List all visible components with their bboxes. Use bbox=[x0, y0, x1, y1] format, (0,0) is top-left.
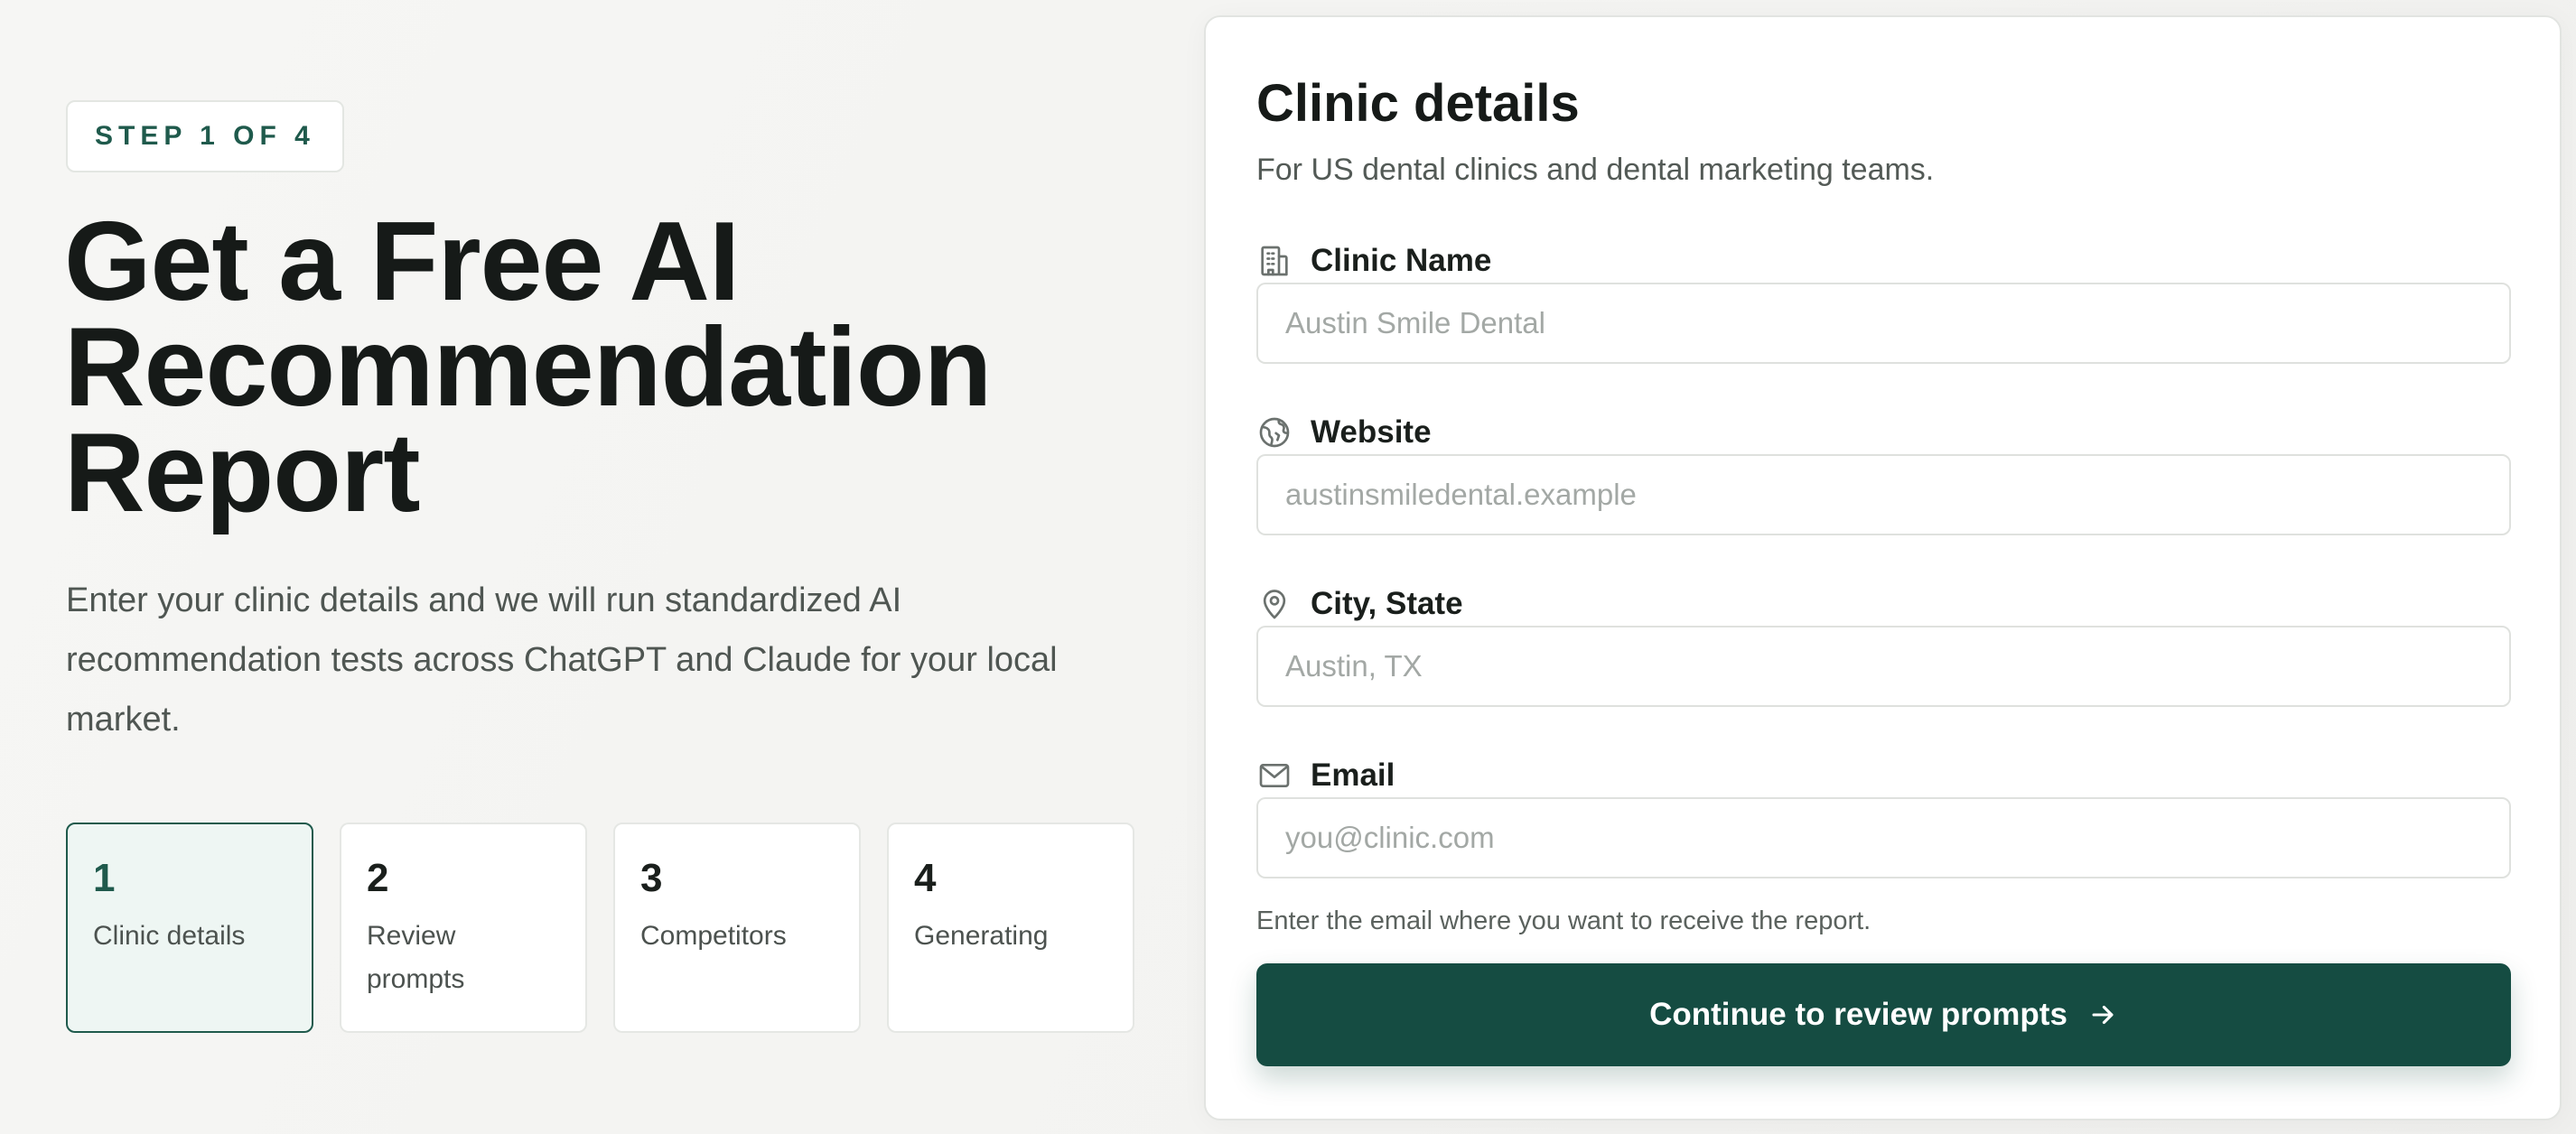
field-label-text: Website bbox=[1311, 414, 1432, 450]
step-number: 2 bbox=[367, 856, 389, 900]
email-input[interactable] bbox=[1256, 797, 2511, 878]
mail-icon bbox=[1259, 764, 1290, 787]
step-badge: STEP 1 OF 4 bbox=[66, 100, 344, 172]
step-number: 3 bbox=[640, 856, 663, 900]
arrow-right-icon bbox=[2092, 1005, 2114, 1025]
website-input[interactable] bbox=[1256, 454, 2511, 535]
email-helper-text: Enter the email where you want to receiv… bbox=[1256, 906, 1871, 935]
continue-to-review-prompts-button[interactable]: Continue to review prompts bbox=[1256, 963, 2511, 1066]
step-number: 1 bbox=[93, 856, 116, 900]
step-card-clinic-details: 1 Clinic details bbox=[66, 823, 313, 1033]
hero-title-line: Report bbox=[64, 411, 421, 535]
city-state-label: City, State bbox=[1256, 586, 1463, 622]
building-icon bbox=[1261, 246, 1288, 276]
clinic-name-label: Clinic Name bbox=[1256, 243, 1491, 279]
step-label: Clinic details bbox=[93, 921, 246, 951]
city-state-input[interactable] bbox=[1256, 626, 2511, 707]
step-progress: 1 Clinic details 2 Review prompts 3 Comp… bbox=[66, 823, 1134, 1033]
step-label: Review prompts bbox=[367, 921, 465, 994]
globe-icon bbox=[1259, 417, 1290, 448]
hero-title: Get a Free AI Recommendation Report bbox=[64, 206, 1130, 529]
step-number: 4 bbox=[914, 856, 937, 900]
form-title: Clinic details bbox=[1256, 74, 1580, 133]
clinic-details-form: Clinic details For US dental clinics and… bbox=[1204, 15, 2562, 1120]
email-label: Email bbox=[1256, 758, 1395, 794]
form-subtitle: For US dental clinics and dental marketi… bbox=[1256, 153, 1935, 187]
field-label-text: Clinic Name bbox=[1311, 243, 1492, 278]
step-label: Generating bbox=[914, 921, 1049, 951]
step-card-generating: 4 Generating bbox=[887, 823, 1134, 1033]
clinic-name-input[interactable] bbox=[1256, 283, 2511, 364]
field-label-text: City, State bbox=[1311, 586, 1463, 621]
field-label-text: Email bbox=[1311, 758, 1395, 793]
step-card-competitors: 3 Competitors bbox=[613, 823, 861, 1033]
hero-description: Enter your clinic details and we will ru… bbox=[66, 581, 1058, 739]
step-card-review-prompts: 2 Review prompts bbox=[340, 823, 587, 1033]
website-label: Website bbox=[1256, 414, 1432, 451]
step-label: Competitors bbox=[640, 921, 787, 951]
button-label: Continue to review prompts bbox=[1649, 997, 2067, 1032]
map-pin-icon bbox=[1263, 590, 1286, 619]
